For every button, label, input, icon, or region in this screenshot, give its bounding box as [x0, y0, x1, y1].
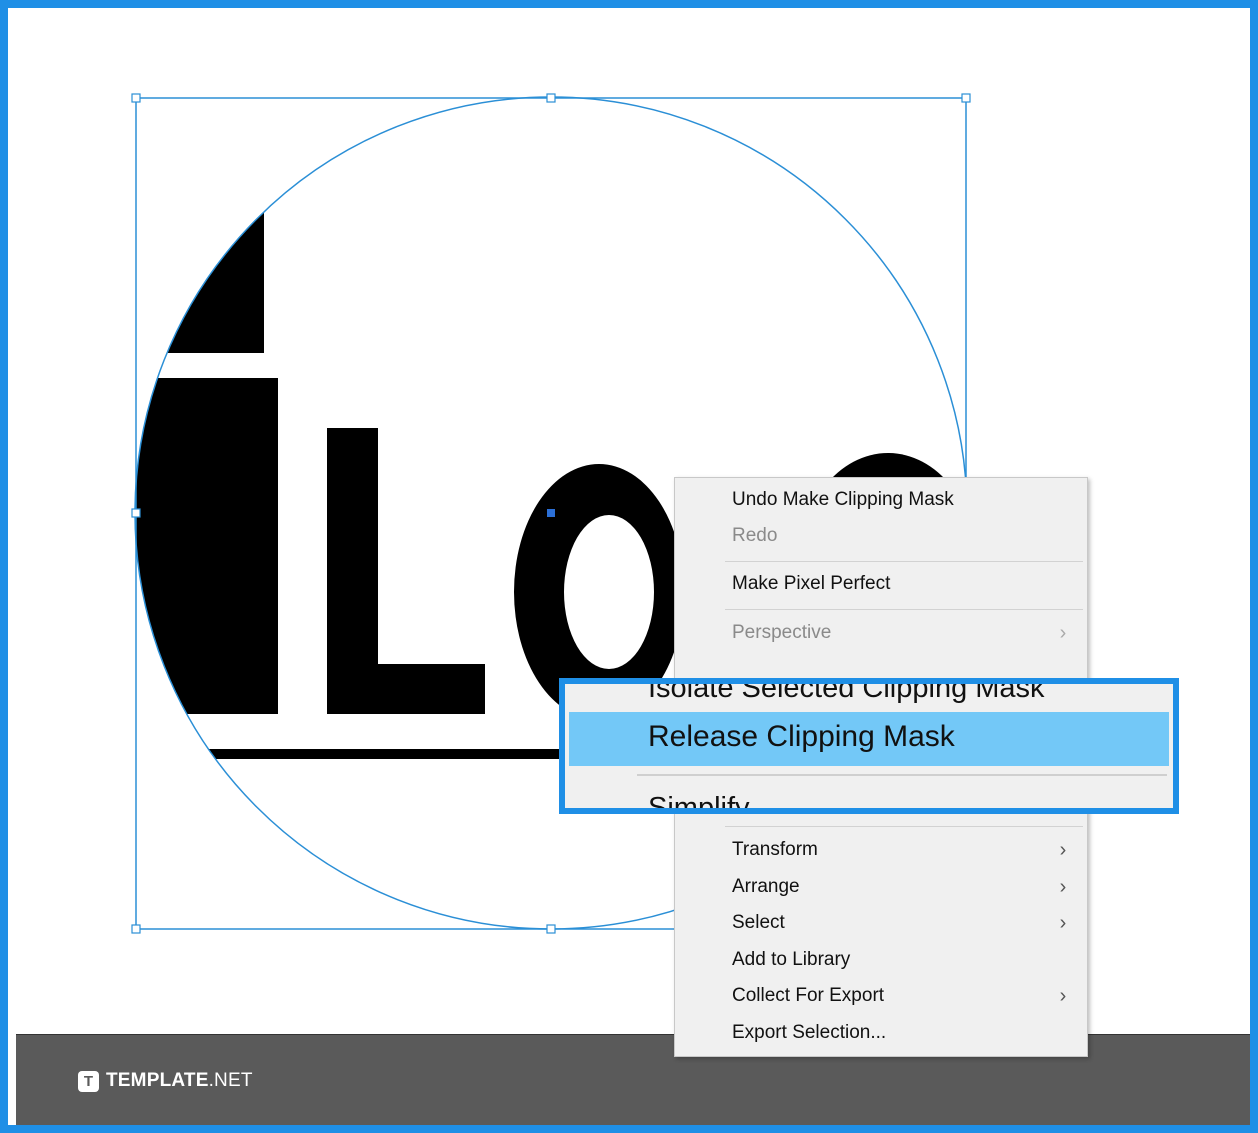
submenu-chevron-icon: ›: [1059, 912, 1067, 934]
brand-name: TEMPLATE: [106, 1070, 209, 1091]
menu-item-arrange[interactable]: Arrange: [732, 872, 800, 902]
menu-separator: [637, 774, 1167, 776]
center-point-marker: [547, 509, 555, 517]
submenu-chevron-icon: ›: [1059, 876, 1067, 898]
menu-item-make-pixel-perfect[interactable]: Make Pixel Perfect: [732, 569, 890, 599]
menu-item-simplify-partial[interactable]: Simplify...: [648, 792, 772, 808]
menu-item-transform[interactable]: Transform: [732, 835, 818, 865]
menu-item-collect-for-export[interactable]: Collect For Export: [732, 981, 884, 1011]
menu-item-isolate-clipping-mask-partial[interactable]: Isolate Selected Clipping Mask: [648, 684, 1045, 705]
resize-handle-top-left[interactable]: [131, 93, 141, 103]
zoom-callout: Isolate Selected Clipping Mask Release C…: [559, 678, 1179, 814]
submenu-chevron-icon: ›: [1059, 622, 1067, 644]
resize-handle-top-right[interactable]: [961, 93, 971, 103]
menu-item-undo-make-clipping-mask[interactable]: Undo Make Clipping Mask: [732, 485, 954, 515]
menu-separator: [725, 826, 1083, 827]
artwork-letter-i-dot: [135, 213, 264, 353]
screenshot-frame: T TEMPLATE .NET Undo Make Clipping Mask R…: [0, 0, 1258, 1133]
brand-watermark: T TEMPLATE .NET: [78, 1069, 253, 1093]
menu-item-add-to-library[interactable]: Add to Library: [732, 945, 850, 975]
resize-handle-bottom[interactable]: [546, 924, 556, 934]
resize-handle-left[interactable]: [131, 508, 141, 518]
resize-handle-bottom-left[interactable]: [131, 924, 141, 934]
brand-logo-icon: T: [78, 1070, 99, 1092]
menu-item-select[interactable]: Select: [732, 908, 785, 938]
menu-item-redo[interactable]: Redo: [732, 521, 777, 551]
menu-separator: [725, 561, 1083, 562]
menu-item-export-selection[interactable]: Export Selection...: [732, 1018, 886, 1048]
submenu-chevron-icon: ›: [1059, 985, 1067, 1007]
brand-suffix: .NET: [208, 1070, 253, 1091]
menu-item-perspective[interactable]: Perspective: [732, 618, 831, 648]
submenu-chevron-icon: ›: [1059, 839, 1067, 861]
artwork-letter-l: [327, 428, 485, 714]
menu-item-release-clipping-mask[interactable]: Release Clipping Mask: [648, 720, 955, 754]
menu-separator: [725, 609, 1083, 610]
artwork-letter-i-stem: [135, 378, 278, 714]
resize-handle-top[interactable]: [546, 93, 556, 103]
